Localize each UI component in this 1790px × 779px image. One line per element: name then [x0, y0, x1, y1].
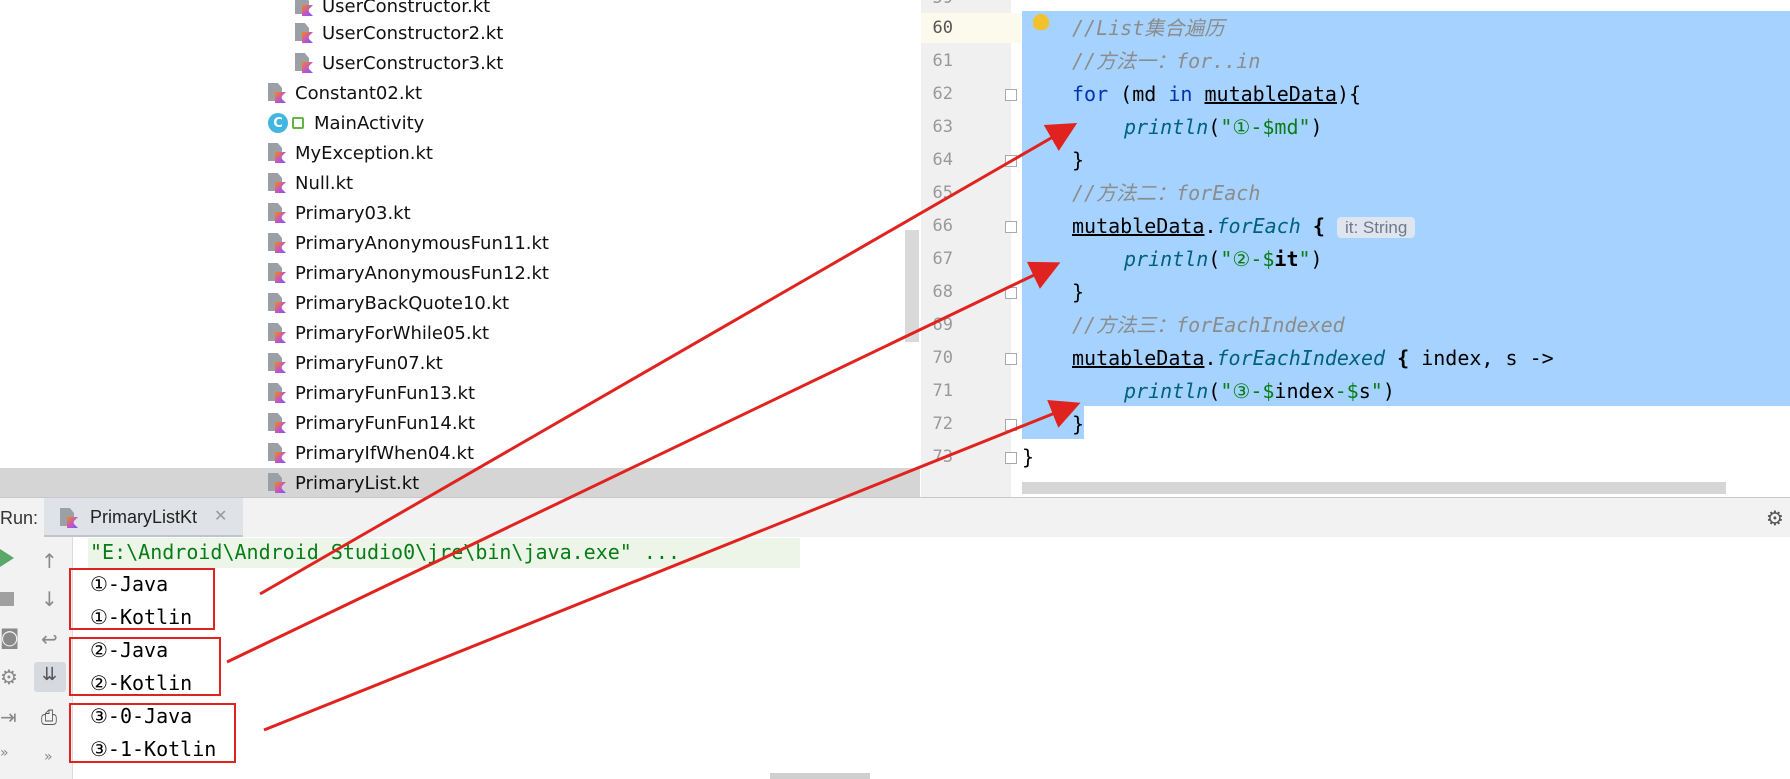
arrow-1: [259, 123, 1078, 596]
arrow-3: [263, 400, 1081, 732]
annotation-arrows: [226, 123, 1081, 732]
